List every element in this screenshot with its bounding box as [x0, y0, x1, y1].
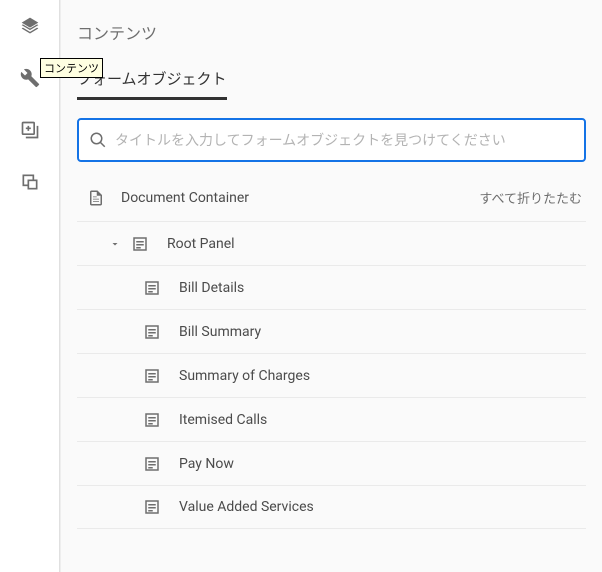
panel-icon [143, 411, 161, 429]
panel-icon [143, 279, 161, 297]
tree-node[interactable]: Summary of Charges [77, 353, 586, 397]
layers-icon[interactable] [18, 14, 42, 38]
tree-node-label: Itemised Calls [179, 412, 267, 428]
panel-icon [143, 498, 161, 516]
search-input[interactable] [115, 132, 574, 148]
tree-node-label: Bill Details [179, 280, 244, 296]
side-rail: コンテンツ [0, 0, 60, 572]
wrench-icon[interactable] [18, 66, 42, 90]
document-icon [87, 189, 105, 207]
tree-node-label: Pay Now [179, 456, 234, 472]
tree-node[interactable]: Itemised Calls [77, 397, 586, 441]
tree-node[interactable]: Value Added Services [77, 485, 586, 529]
panel-icon [143, 455, 161, 473]
tree-node-root-panel[interactable]: Root Panel [77, 221, 586, 265]
search-icon [89, 131, 107, 149]
search-field[interactable] [77, 118, 586, 162]
collapse-all-link[interactable]: すべて折りたたむ [479, 188, 582, 207]
panel-title: コンテンツ [77, 20, 586, 44]
content-panel: コンテンツ フォームオブジェクト Document Container すべて折… [60, 0, 602, 572]
data-icon[interactable] [18, 170, 42, 194]
document-container-row[interactable]: Document Container すべて折りたたむ [77, 180, 586, 221]
tree-node[interactable]: Pay Now [77, 441, 586, 485]
panel-icon [143, 323, 161, 341]
tree-node-label: Value Added Services [179, 499, 314, 515]
document-container-label: Document Container [121, 190, 479, 206]
panel-icon [131, 235, 149, 253]
tree-node-label: Summary of Charges [179, 368, 310, 384]
root-panel-label: Root Panel [167, 236, 235, 252]
chevron-down-icon[interactable] [107, 238, 123, 250]
rail-tooltip: コンテンツ [40, 58, 103, 78]
panel-icon [143, 367, 161, 385]
add-asset-icon[interactable] [18, 118, 42, 142]
tree-node-label: Bill Summary [179, 324, 261, 340]
tree: Root Panel Bill Details Bill Summary Sum… [77, 221, 586, 529]
tree-node[interactable]: Bill Details [77, 265, 586, 309]
tree-node[interactable]: Bill Summary [77, 309, 586, 353]
